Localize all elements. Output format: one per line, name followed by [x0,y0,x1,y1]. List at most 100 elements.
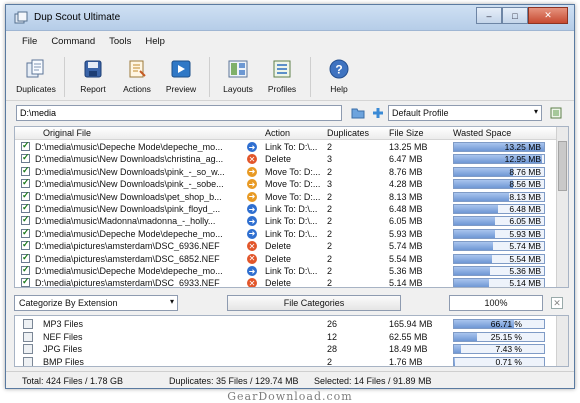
header-action[interactable]: Action [265,128,290,138]
scrollbar-thumb[interactable] [558,141,567,191]
category-row[interactable]: MP3 Files 26 165.94 MB 66.71 % [15,318,555,330]
menu-file[interactable]: File [22,36,37,52]
chevron-down-icon: ▾ [169,297,174,306]
row-checkbox[interactable] [21,140,30,151]
browse-folder-button[interactable] [350,105,366,121]
close-button[interactable]: ✕ [528,7,568,24]
row-file-size: 8.76 MB [389,166,423,177]
menu-help[interactable]: Help [145,36,165,52]
report-button[interactable]: Report [71,55,115,100]
header-file-size[interactable]: File Size [389,128,424,138]
wasted-space-bar: 13.25 MB [453,142,545,152]
profiles-button[interactable]: Profiles [260,55,304,100]
header-original-file[interactable]: Original File [43,128,91,138]
row-duplicates: 2 [327,228,333,239]
table-row[interactable]: D:\media\music\Madonna\madonna_-_holly..… [15,214,555,228]
category-count: 26 [327,319,338,329]
row-action[interactable]: Move To: D:... [265,179,325,189]
actions-button[interactable]: Actions [115,55,159,100]
row-checkbox[interactable] [21,165,30,176]
row-checkbox[interactable] [21,202,30,213]
category-percent: 0.71 % [495,356,522,367]
row-checkbox[interactable] [21,239,30,251]
layouts-button[interactable]: Layouts [216,55,260,100]
add-path-button[interactable] [370,105,386,121]
table-row[interactable]: D:\media\music\New Downloads\christina_a… [15,152,555,166]
duplicates-icon [26,59,44,78]
row-action[interactable]: Move To: D:... [265,192,325,202]
maximize-button[interactable]: □ [502,7,528,24]
row-checkbox[interactable] [21,152,30,164]
category-percent-bar: 7.43 % [453,344,545,354]
row-action[interactable]: Link To: D:\... [265,266,325,276]
row-action[interactable]: Delete [265,278,325,287]
table-row[interactable]: D:\media\music\New Downloads\pink_floyd_… [15,202,555,216]
categories-scrollbar[interactable] [556,316,568,366]
close-panel-icon[interactable]: ✕ [551,297,563,309]
layouts-icon [228,60,248,78]
menu-command[interactable]: Command [51,36,95,52]
app-window: Dup Scout Ultimate – □ ✕ File Command To… [5,4,575,389]
category-row[interactable]: BMP Files 2 1.76 MB 0.71 % [15,356,555,367]
path-row: Default Profile ▾ [16,105,568,121]
table-row[interactable]: D:\media\pictures\amsterdam\DSC_6933.NEF… [15,276,555,288]
table-row[interactable]: D:\media\pictures\amsterdam\DSC_6852.NEF… [15,252,555,266]
delete-icon: ✕ [247,253,257,264]
row-checkbox[interactable] [21,276,30,287]
preview-button[interactable]: Preview [159,55,203,100]
duplicates-button[interactable]: Duplicates [14,55,58,100]
category-row[interactable]: JPG Files 28 18.49 MB 7.43 % [15,343,555,355]
table-header: Original File Action Duplicates File Siz… [15,127,568,140]
chevron-down-icon: ▾ [533,107,538,116]
row-action[interactable]: Link To: D:\... [265,204,325,214]
wasted-space-value: 6.48 MB [509,204,541,214]
table-row[interactable]: D:\media\music\Depeche Mode\depeche_mo..… [15,227,555,241]
row-file-size: 5.74 MB [389,241,423,252]
row-checkbox[interactable] [21,264,30,275]
row-action[interactable]: Link To: D:\... [265,142,325,152]
header-wasted-space[interactable]: Wasted Space [453,128,511,138]
row-duplicates: 2 [327,253,333,264]
wasted-space-bar: 12.95 MB [453,154,545,165]
toolbar: Duplicates Report Actions Preview Layout… [6,55,574,101]
categorize-select-value: Categorize By Extension [19,298,118,308]
folder-icon [351,108,365,119]
row-checkbox[interactable] [21,214,30,226]
categorize-select[interactable]: Categorize By Extension ▾ [14,295,178,311]
wasted-space-value: 13.25 MB [504,142,541,152]
path-input[interactable] [16,105,342,121]
category-row[interactable]: NEF Files 12 62.55 MB 25.15 % [15,331,555,343]
file-categories-button[interactable]: File Categories [227,295,401,311]
profile-select[interactable]: Default Profile ▾ [388,105,542,121]
row-checkbox[interactable] [21,177,30,189]
category-name: JPG Files [43,344,83,354]
row-action[interactable]: Link To: D:\... [265,229,325,239]
row-action[interactable]: Move To: D:... [265,167,325,177]
row-checkbox[interactable] [21,252,30,263]
row-duplicates: 2 [327,278,333,288]
minimize-button[interactable]: – [476,7,502,24]
table-row[interactable]: D:\media\music\Depeche Mode\depeche_mo..… [15,264,555,278]
table-scrollbar[interactable] [556,127,568,287]
row-checkbox[interactable] [21,227,30,238]
help-button[interactable]: ? Help [317,55,361,100]
wasted-space-bar: 5.74 MB [453,241,545,252]
row-action[interactable]: Link To: D:\... [265,216,325,226]
row-file-path: D:\media\music\New Downloads\pink_-_so_w… [35,166,225,177]
row-checkbox[interactable] [21,190,30,201]
table-row[interactable]: D:\media\pictures\amsterdam\DSC_6936.NEF… [15,239,555,253]
row-action[interactable]: Delete [265,154,325,164]
row-action[interactable]: Delete [265,241,325,251]
wasted-space-value: 6.05 MB [509,216,541,227]
profile-settings-button[interactable] [548,105,564,121]
table-row[interactable]: D:\media\music\New Downloads\pink_-_so_w… [15,165,555,179]
menu-tools[interactable]: Tools [109,36,131,52]
status-total: Total: 424 Files / 1.78 GB [22,376,124,386]
wasted-space-value: 5.14 MB [509,278,541,288]
table-row[interactable]: D:\media\music\Depeche Mode\depeche_mo..… [15,140,555,154]
table-row[interactable]: D:\media\music\New Downloads\pet_shop_b.… [15,190,555,204]
table-row[interactable]: D:\media\music\New Downloads\pink_-_sobe… [15,177,555,191]
category-size: 165.94 MB [389,319,433,329]
row-action[interactable]: Delete [265,254,325,264]
header-duplicates[interactable]: Duplicates [327,128,369,138]
